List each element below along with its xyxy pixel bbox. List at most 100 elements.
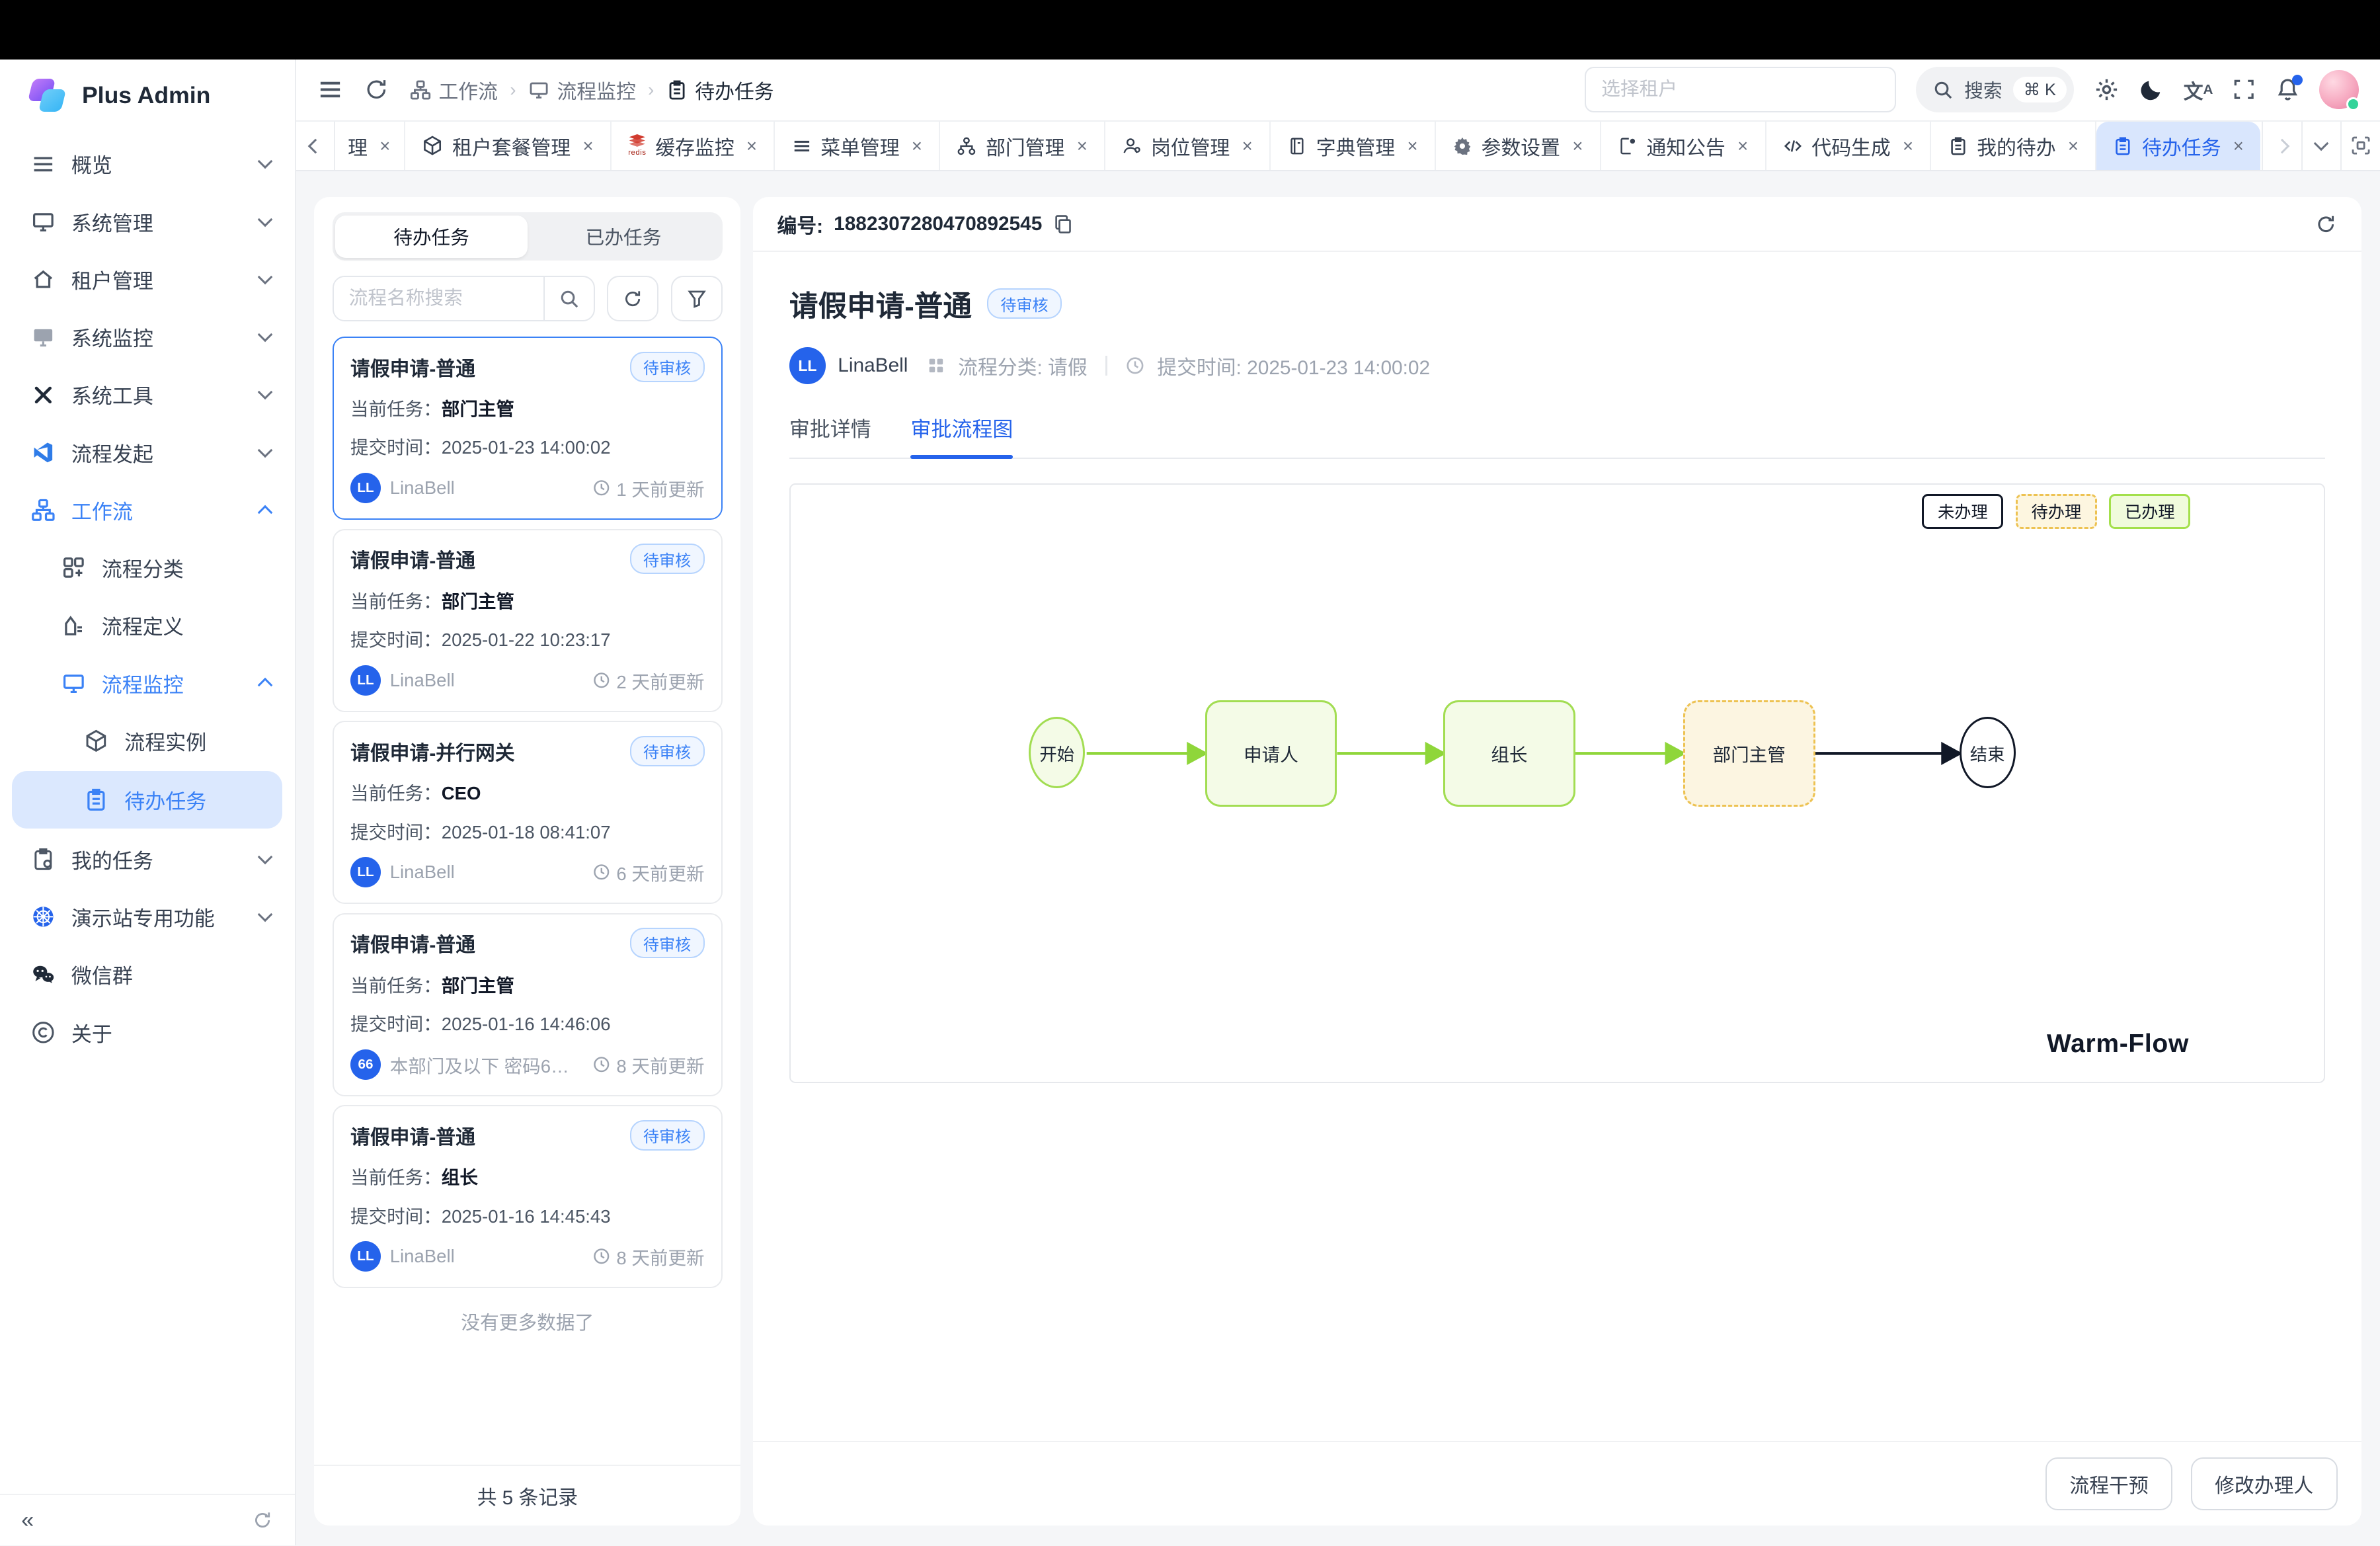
close-icon[interactable] bbox=[2068, 136, 2079, 157]
workflow-icon bbox=[410, 79, 431, 101]
tabs-scroll-right[interactable] bbox=[2262, 122, 2301, 171]
redis-caption: redis bbox=[628, 149, 646, 157]
tab-label: 缓存监控 bbox=[655, 132, 734, 161]
notification-bell-icon[interactable] bbox=[2276, 77, 2300, 102]
submit-time-label: 提交时间： bbox=[350, 1014, 442, 1034]
dark-mode-moon-icon[interactable] bbox=[2139, 77, 2164, 102]
category-icon bbox=[61, 555, 87, 581]
current-task-value: CEO bbox=[442, 783, 481, 803]
chevron-down-icon bbox=[258, 850, 273, 865]
flowchart-canvas[interactable]: 未办理 待办理 已办理 bbox=[789, 483, 2326, 1083]
tab-done[interactable]: 已办任务 bbox=[528, 216, 719, 258]
search-icon[interactable] bbox=[543, 277, 594, 320]
tab-todo[interactable]: 待办任务 bbox=[335, 216, 527, 258]
sidebar-item-label: 系统管理 bbox=[71, 207, 153, 237]
tab-code-gen[interactable]: 代码生成 bbox=[1766, 122, 1932, 171]
global-search-button[interactable]: 搜索 ⌘ K bbox=[1916, 67, 2075, 112]
close-icon[interactable] bbox=[1407, 136, 1417, 157]
hamburger-icon[interactable] bbox=[317, 77, 343, 102]
tab-approval-detail[interactable]: 审批详情 bbox=[789, 413, 871, 458]
filter-button[interactable] bbox=[671, 276, 723, 321]
task-card[interactable]: 请假申请-普通 待审核 当前任务：部门主管 提交时间：2025-01-22 10… bbox=[333, 529, 723, 712]
sidebar-item-tenant-mgmt[interactable]: 租户管理 bbox=[0, 251, 295, 308]
close-icon[interactable] bbox=[1737, 136, 1748, 157]
tab-post-mgmt[interactable]: 岗位管理 bbox=[1105, 122, 1271, 171]
refresh-icon[interactable] bbox=[364, 77, 389, 102]
tabs-maximize-icon[interactable] bbox=[2340, 122, 2380, 171]
sidebar-item-about[interactable]: 关于 bbox=[0, 1003, 295, 1061]
sidebar-item-label: 租户管理 bbox=[71, 264, 153, 294]
close-icon[interactable] bbox=[746, 136, 757, 157]
close-icon[interactable] bbox=[1242, 136, 1253, 157]
flow-node-dept-manager[interactable]: 部门主管 bbox=[1683, 700, 1815, 807]
tab-approval-flowchart[interactable]: 审批流程图 bbox=[910, 413, 1013, 458]
tab-tenant-package[interactable]: 租户套餐管理 bbox=[405, 122, 612, 171]
task-card[interactable]: 请假申请-普通 待审核 当前任务：部门主管 提交时间：2025-01-23 14… bbox=[333, 337, 723, 520]
monitor-icon bbox=[528, 79, 549, 101]
sidebar-item-wechat-group[interactable]: 微信群 bbox=[0, 946, 295, 1003]
task-search-group bbox=[333, 276, 595, 321]
tab-param-settings[interactable]: 参数设置 bbox=[1436, 122, 1601, 171]
detail-tabs: 审批详情 审批流程图 bbox=[789, 413, 2326, 459]
close-icon[interactable] bbox=[379, 136, 390, 157]
sidebar-item-system-tools[interactable]: 系统工具 bbox=[0, 366, 295, 423]
content-area: 待办任务 已办任务 bbox=[296, 171, 2380, 1545]
gear-icon[interactable] bbox=[2094, 77, 2120, 102]
sidebar-item-my-tasks[interactable]: 我的任务 bbox=[0, 831, 295, 888]
breadcrumb-process-monitor[interactable]: 流程监控 bbox=[528, 75, 636, 104]
tab-department-mgmt[interactable]: 部门管理 bbox=[940, 122, 1105, 171]
fullscreen-icon[interactable] bbox=[2233, 78, 2255, 101]
sidebar-footer-icon[interactable] bbox=[252, 1510, 273, 1531]
user-avatar[interactable] bbox=[2319, 70, 2359, 110]
tenant-select-input[interactable] bbox=[1585, 67, 1896, 112]
breadcrumb-workflow[interactable]: 工作流 bbox=[410, 75, 498, 104]
breadcrumb-todo-tasks[interactable]: 待办任务 bbox=[666, 75, 774, 104]
refresh-button[interactable] bbox=[607, 276, 658, 321]
sidebar-item-process-category[interactable]: 流程分类 bbox=[0, 539, 295, 596]
sidebar-item-label: 演示站专用功能 bbox=[71, 902, 215, 932]
close-icon[interactable] bbox=[1903, 136, 1913, 157]
close-icon[interactable] bbox=[1572, 136, 1583, 157]
sidebar-item-process-start[interactable]: 流程发起 bbox=[0, 423, 295, 481]
sidebar-item-todo-tasks[interactable]: 待办任务 bbox=[12, 771, 282, 829]
tab-todo-tasks-active[interactable]: 待办任务 bbox=[2096, 122, 2260, 171]
sidebar-item-workflow[interactable]: 工作流 bbox=[0, 481, 295, 539]
close-icon[interactable] bbox=[582, 136, 593, 157]
tab-menu-mgmt[interactable]: 菜单管理 bbox=[775, 122, 940, 171]
close-icon[interactable] bbox=[2233, 136, 2244, 157]
sidebar-item-demo-features[interactable]: 演示站专用功能 bbox=[0, 888, 295, 946]
sidebar-item-process-instance[interactable]: 流程实例 bbox=[0, 712, 295, 770]
tab-notice[interactable]: 通知公告 bbox=[1601, 122, 1766, 171]
close-icon[interactable] bbox=[912, 136, 922, 157]
tab-dict-mgmt[interactable]: 字典管理 bbox=[1271, 122, 1436, 171]
copy-icon[interactable] bbox=[1052, 214, 1074, 235]
collapse-sidebar-icon[interactable]: « bbox=[21, 1508, 34, 1533]
task-card[interactable]: 请假申请-普通 待审核 当前任务：部门主管 提交时间：2025-01-16 14… bbox=[333, 913, 723, 1096]
tab-cache-monitor[interactable]: redis 缓存监控 bbox=[612, 122, 775, 171]
sidebar-footer: « bbox=[0, 1494, 295, 1545]
flow-node-applicant[interactable]: 申请人 bbox=[1205, 700, 1337, 807]
sidebar-item-process-definition[interactable]: 流程定义 bbox=[0, 596, 295, 654]
tab-clipped[interactable]: 理 bbox=[335, 122, 405, 171]
flow-node-leader[interactable]: 组长 bbox=[1443, 700, 1575, 807]
tabs-dropdown[interactable] bbox=[2301, 122, 2341, 171]
refresh-icon[interactable] bbox=[2315, 213, 2337, 235]
serial-label: 编号: bbox=[777, 210, 823, 239]
flow-node-start[interactable]: 开始 bbox=[1029, 717, 1085, 788]
task-card[interactable]: 请假申请-并行网关 待审核 当前任务：CEO 提交时间：2025-01-18 0… bbox=[333, 721, 723, 904]
tabs-scroll-left[interactable] bbox=[296, 122, 336, 171]
translate-icon[interactable]: 文A bbox=[2184, 75, 2213, 104]
task-card[interactable]: 请假申请-普通 待审核 当前任务：组长 提交时间：2025-01-16 14:4… bbox=[333, 1105, 723, 1288]
close-icon[interactable] bbox=[1077, 136, 1088, 157]
sidebar-item-system-mgmt[interactable]: 系统管理 bbox=[0, 193, 295, 251]
chevron-down-icon bbox=[258, 270, 273, 285]
sidebar-item-overview[interactable]: 概览 bbox=[0, 135, 295, 192]
sidebar-item-process-monitor[interactable]: 流程监控 bbox=[0, 654, 295, 712]
process-intervene-button[interactable]: 流程干预 bbox=[2045, 1457, 2172, 1510]
sidebar-item-system-monitor[interactable]: 系统监控 bbox=[0, 308, 295, 366]
page-tabstrip: 理 租户套餐管理 redis 缓存监控 bbox=[296, 122, 2380, 172]
tab-my-todo[interactable]: 我的待办 bbox=[1931, 122, 2096, 171]
flow-node-end[interactable]: 结束 bbox=[1960, 717, 2016, 788]
task-search-input[interactable] bbox=[334, 277, 543, 320]
change-assignee-button[interactable]: 修改办理人 bbox=[2191, 1457, 2338, 1510]
